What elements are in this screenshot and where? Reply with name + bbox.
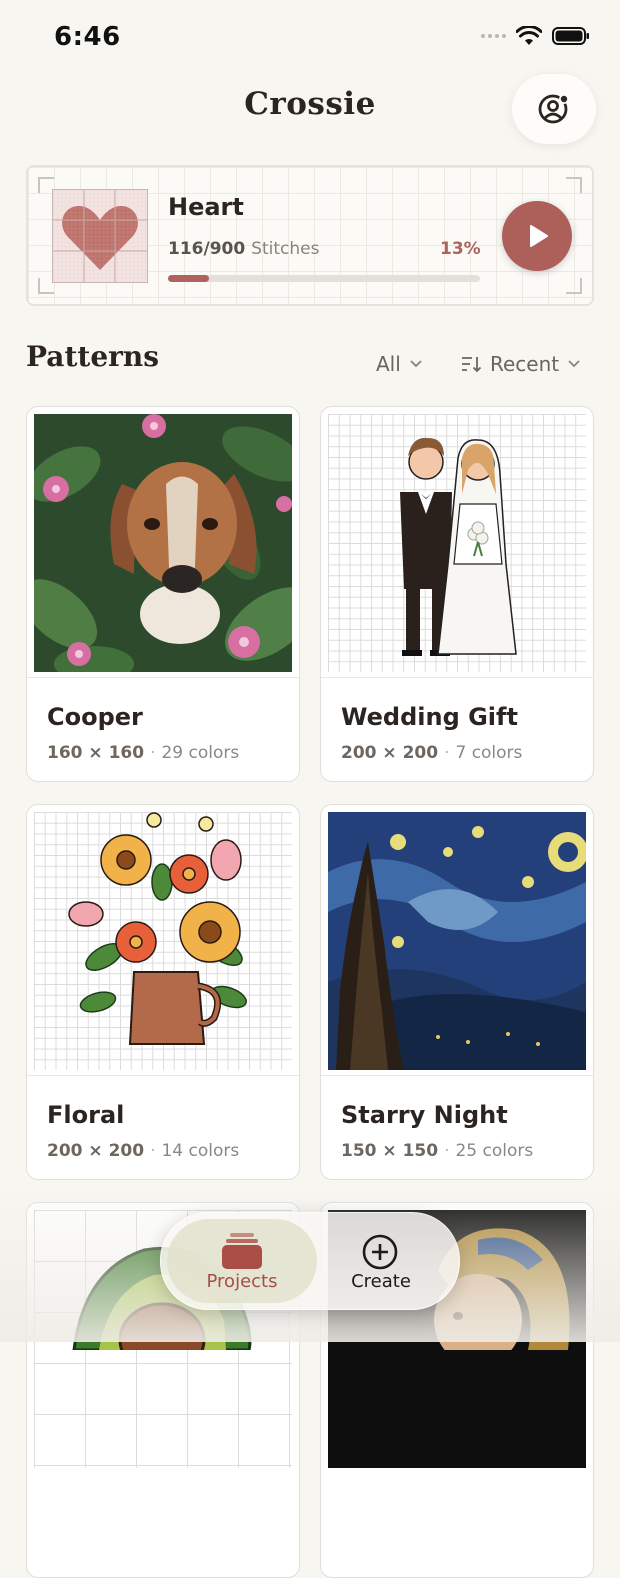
pattern-image-starry-sky (328, 812, 586, 1070)
pattern-meta: 150 × 150 · 25 colors (341, 1141, 534, 1161)
pattern-image-couple (328, 414, 586, 672)
filter-label: All (376, 352, 401, 376)
profile-settings-button[interactable] (512, 74, 596, 144)
wifi-icon (516, 26, 542, 45)
corner-mark (566, 177, 582, 193)
play-icon (530, 225, 548, 247)
pattern-card-wedding-gift[interactable]: Wedding Gift 200 × 200 · 7 colors (320, 406, 594, 782)
tab-projects[interactable]: Projects (167, 1219, 317, 1303)
pattern-image-flowers (34, 812, 292, 1070)
patterns-heading: Patterns (26, 340, 159, 373)
sort-dropdown[interactable]: Recent (460, 352, 581, 376)
progress-bar-fill (168, 275, 209, 282)
tab-projects-label: Projects (206, 1271, 278, 1292)
card-divider (27, 1075, 299, 1076)
pattern-color-count: 7 colors (455, 743, 523, 763)
status-time: 6:46 (54, 22, 121, 52)
sort-icon (462, 357, 482, 373)
progress-percent: 13% (440, 239, 481, 259)
pattern-name: Starry Night (341, 1101, 508, 1129)
plus-circle-icon (362, 1234, 398, 1270)
resume-play-button[interactable] (502, 201, 572, 271)
pattern-image-dog (34, 414, 292, 672)
pattern-name: Cooper (47, 703, 143, 731)
pattern-name: Floral (47, 1101, 125, 1129)
project-name: Heart (168, 193, 244, 221)
pattern-meta: 200 × 200 · 14 colors (47, 1141, 240, 1161)
pattern-color-count: 25 colors (455, 1141, 534, 1161)
pattern-dimensions: 200 × 200 (47, 1141, 145, 1161)
pattern-card-floral[interactable]: Floral 200 × 200 · 14 colors (26, 804, 300, 1180)
pattern-color-count: 29 colors (161, 743, 240, 763)
pattern-name: Wedding Gift (341, 703, 518, 731)
signal-icon (481, 34, 506, 38)
sort-label: Recent (490, 352, 560, 376)
tab-create[interactable]: Create (311, 1219, 451, 1303)
pattern-dimensions: 150 × 150 (341, 1141, 439, 1161)
stitch-progress: 116/900 Stitches (168, 239, 319, 259)
pattern-dimensions: 200 × 200 (341, 743, 439, 763)
pattern-card-starry-night[interactable]: Starry Night 150 × 150 · 25 colors (320, 804, 594, 1180)
current-project-card[interactable]: Heart 116/900 Stitches 13% (26, 165, 594, 306)
projects-stack-icon (222, 1233, 262, 1269)
tab-bar: Projects Create (160, 1212, 460, 1310)
corner-mark (566, 278, 582, 294)
filter-dropdown[interactable]: All (376, 352, 423, 376)
pattern-meta: 160 × 160 · 29 colors (47, 743, 240, 763)
project-thumbnail (52, 189, 148, 283)
stitch-count: 116/900 (168, 239, 246, 259)
pattern-meta: 200 × 200 · 7 colors (341, 743, 523, 763)
card-divider (321, 677, 593, 678)
pattern-dimensions: 160 × 160 (47, 743, 145, 763)
stitch-unit: Stitches (251, 239, 320, 259)
card-divider (27, 677, 299, 678)
card-divider (321, 1075, 593, 1076)
chevron-down-icon (568, 360, 580, 368)
progress-bar (168, 275, 480, 282)
pattern-color-count: 14 colors (161, 1141, 240, 1161)
chevron-down-icon (410, 360, 422, 368)
status-icons (481, 26, 590, 46)
user-settings-icon (538, 94, 569, 124)
pattern-card-cooper[interactable]: Cooper 160 × 160 · 29 colors (26, 406, 300, 782)
battery-icon (552, 27, 589, 45)
tab-create-label: Create (351, 1271, 411, 1292)
